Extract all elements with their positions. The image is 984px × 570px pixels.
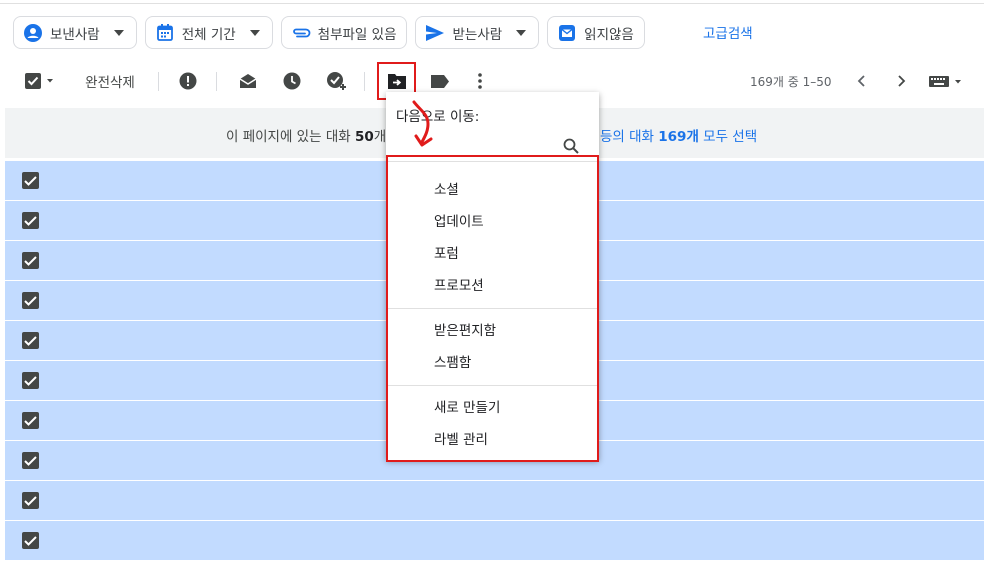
filter-chip-bar: 보낸사람 전체 기간 첨부파일 있음 받는사람 읽지않음: [13, 16, 645, 49]
chevron-left-icon: [857, 75, 865, 87]
row-checkbox[interactable]: [22, 452, 39, 469]
input-tools-button[interactable]: [928, 62, 964, 100]
sender-filter-chip[interactable]: 보낸사람: [13, 16, 137, 49]
period-filter-chip[interactable]: 전체 기간: [144, 16, 273, 49]
calendar-icon: [155, 23, 175, 43]
row-checkbox[interactable]: [22, 172, 39, 189]
send-icon: [425, 23, 445, 43]
older-page-button[interactable]: [891, 62, 913, 100]
report-spam-button[interactable]: [175, 62, 201, 100]
toolbar-divider: [216, 72, 217, 91]
row-checkbox[interactable]: [22, 252, 39, 269]
add-to-tasks-button[interactable]: [323, 62, 351, 100]
sender-filter-label: 보낸사람: [50, 26, 100, 43]
snooze-button[interactable]: [279, 62, 305, 100]
row-checkbox[interactable]: [22, 212, 39, 229]
open-envelope-icon: [239, 74, 257, 88]
person-icon: [23, 23, 43, 43]
checkbox-checked-icon: [25, 73, 53, 89]
chevron-right-icon: [898, 75, 906, 87]
row-checkbox[interactable]: [22, 292, 39, 309]
recipient-filter-label: 받는사람: [452, 26, 503, 43]
row-checkbox[interactable]: [22, 372, 39, 389]
top-divider: [0, 3, 984, 4]
label-icon: [431, 74, 449, 88]
chevron-down-icon: [514, 26, 528, 40]
chevron-down-icon: [112, 26, 126, 40]
unread-filter-label: 읽지않음: [584, 26, 634, 43]
row-checkbox[interactable]: [22, 412, 39, 429]
menu-annotation-box: [386, 155, 599, 462]
row-checkbox[interactable]: [22, 332, 39, 349]
table-row[interactable]: [5, 521, 984, 561]
toolbar-divider: [158, 72, 159, 91]
chevron-down-icon: [248, 26, 262, 40]
select-all-conversations-link[interactable]: 등의 대화 169개 모두 선택: [600, 125, 757, 145]
pagination-info: 169개 중 1–50: [750, 75, 832, 89]
clock-icon: [283, 72, 301, 90]
unread-filter-chip[interactable]: 읽지않음: [547, 16, 645, 49]
delete-forever-button[interactable]: 완전삭제: [80, 62, 140, 100]
add-task-icon: [327, 72, 346, 90]
row-checkbox[interactable]: [22, 492, 39, 509]
more-vertical-icon: [478, 73, 482, 89]
select-all-checkbox[interactable]: [22, 62, 58, 100]
banner-text: 이 페이지에 있는 대화 50개: [226, 129, 387, 145]
recipient-filter-chip[interactable]: 받는사람: [415, 16, 540, 49]
keyboard-icon: [929, 76, 961, 87]
attachment-filter-chip[interactable]: 첨부파일 있음: [280, 16, 408, 49]
table-row[interactable]: [5, 481, 984, 521]
toolbar-divider: [364, 72, 365, 91]
newer-page-button[interactable]: [850, 62, 872, 100]
advanced-search-link[interactable]: 고급검색: [703, 22, 753, 42]
mark-as-read-button[interactable]: [235, 62, 261, 100]
row-checkbox[interactable]: [22, 532, 39, 549]
period-filter-label: 전체 기간: [181, 26, 236, 43]
annotation-arrow-icon: [410, 100, 440, 152]
attachment-filter-label: 첨부파일 있음: [317, 26, 397, 43]
delete-forever-label: 완전삭제: [85, 75, 135, 91]
report-icon: [179, 72, 197, 90]
banner-count: 50: [354, 129, 374, 145]
unread-mail-icon: [557, 23, 577, 43]
paperclip-icon: [291, 23, 311, 43]
